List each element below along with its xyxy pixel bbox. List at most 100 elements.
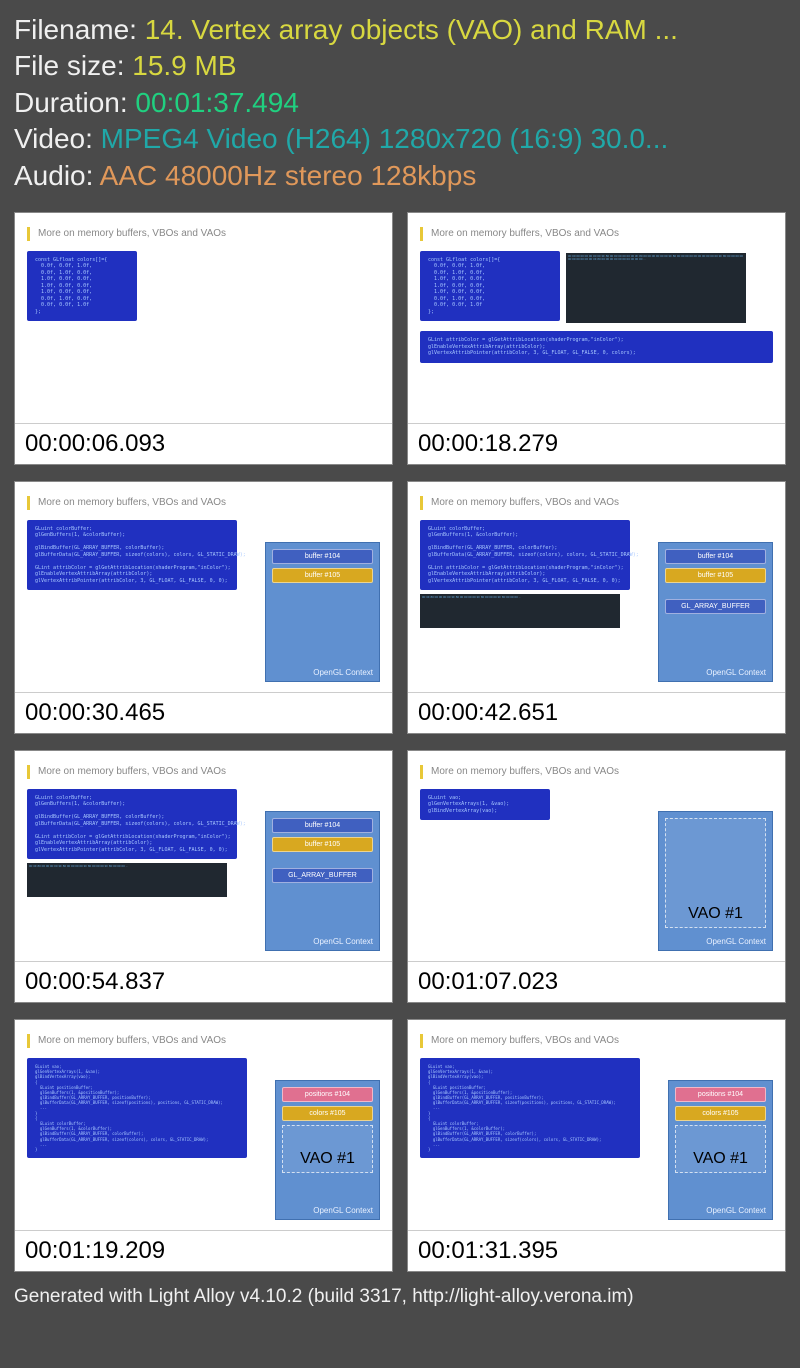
buffer-tag: buffer #104 — [272, 549, 373, 564]
slide-title-bar: More on memory buffers, VBOs and VAOs — [420, 1034, 773, 1048]
gl-array-buffer-tag: GL_ARRAY_BUFFER — [665, 599, 766, 614]
buffer-tag: buffer #105 — [272, 568, 373, 583]
slide-title-bar: More on memory buffers, VBOs and VAOs — [27, 496, 380, 510]
thumbnail-image: More on memory buffers, VBOs and VAOs GL… — [408, 1020, 785, 1230]
code-vao-full: GLuint vao; glGenVertexArrays(1, &vao); … — [420, 1058, 640, 1158]
slide-title: More on memory buffers, VBOs and VAOs — [38, 1035, 226, 1046]
buffer-tag: buffer #105 — [665, 568, 766, 583]
opengl-context-box: buffer #104 buffer #105 OpenGL Context — [265, 542, 380, 682]
timestamp-label: 00:00:54.837 — [15, 961, 392, 1002]
code-buffer-block: GLuint colorBuffer; glGenBuffers(1, &col… — [27, 520, 237, 591]
accent-icon — [420, 227, 423, 241]
thumbnail-cell[interactable]: More on memory buffers, VBOs and VAOs GL… — [14, 481, 393, 734]
slide-title: More on memory buffers, VBOs and VAOs — [38, 766, 226, 777]
video-label: Video: — [14, 123, 101, 154]
context-label: OpenGL Context — [706, 668, 766, 677]
timestamp-label: 00:00:30.465 — [15, 692, 392, 733]
thumbnail-image: More on memory buffers, VBOs and VAOs co… — [408, 213, 785, 423]
accent-icon — [27, 1034, 30, 1048]
positions-tag: positions #104 — [282, 1087, 373, 1102]
thumbnail-image: More on memory buffers, VBOs and VAOs GL… — [408, 751, 785, 961]
opengl-context-box: buffer #104 buffer #105 GL_ARRAY_BUFFER … — [658, 542, 773, 682]
thumbnail-grid: More on memory buffers, VBOs and VAOs co… — [14, 212, 786, 1272]
vao-outline: VAO #1 — [675, 1125, 766, 1173]
video-row: Video: MPEG4 Video (H264) 1280x720 (16:9… — [14, 121, 786, 157]
timestamp-label: 00:01:31.395 — [408, 1230, 785, 1271]
slide-title: More on memory buffers, VBOs and VAOs — [431, 497, 619, 508]
thumbnail-image: More on memory buffers, VBOs and VAOs GL… — [408, 482, 785, 692]
timestamp-label: 00:00:06.093 — [15, 423, 392, 464]
code-vao-small: GLuint vao; glGenVertexArrays(1, &vao); … — [420, 789, 550, 821]
audio-row: Audio: AAC 48000Hz stereo 128kbps — [14, 158, 786, 194]
vao-label: VAO #1 — [300, 1150, 355, 1168]
filesize-row: File size: 15.9 MB — [14, 48, 786, 84]
timestamp-label: 00:01:07.023 — [408, 961, 785, 1002]
context-label: OpenGL Context — [706, 937, 766, 946]
filename-label: Filename: — [14, 14, 145, 45]
vao-outline: VAO #1 — [665, 818, 766, 928]
file-info-section: Filename: 14. Vertex array objects (VAO)… — [14, 12, 786, 194]
code-buffer-block: GLuint colorBuffer; glGenBuffers(1, &col… — [27, 789, 237, 860]
code-colors-array: const GLfloat colors[]={ 0.0f, 0.0f, 1.0… — [27, 251, 137, 322]
opengl-context-box: VAO #1 OpenGL Context — [658, 811, 773, 951]
slide-title-bar: More on memory buffers, VBOs and VAOs — [27, 765, 380, 779]
positions-tag: positions #104 — [675, 1087, 766, 1102]
filesize-value: 15.9 MB — [132, 50, 236, 81]
vao-label: VAO #1 — [693, 1150, 748, 1168]
accent-icon — [27, 765, 30, 779]
duration-value: 00:01:37.494 — [135, 87, 299, 118]
context-label: OpenGL Context — [706, 1206, 766, 1215]
slide-title-bar: More on memory buffers, VBOs and VAOs — [27, 227, 380, 241]
accent-icon — [420, 765, 423, 779]
thumbnail-cell[interactable]: More on memory buffers, VBOs and VAOs GL… — [407, 1019, 786, 1272]
accent-icon — [420, 1034, 423, 1048]
thumbnail-cell[interactable]: More on memory buffers, VBOs and VAOs GL… — [407, 750, 786, 1003]
opengl-context-box: positions #104 colors #105 VAO #1 OpenGL… — [275, 1080, 380, 1220]
buffer-tag: buffer #104 — [665, 549, 766, 564]
thumbnail-cell[interactable]: More on memory buffers, VBOs and VAOs GL… — [14, 750, 393, 1003]
thumbnail-image: More on memory buffers, VBOs and VAOs GL… — [15, 1020, 392, 1230]
slide-title-bar: More on memory buffers, VBOs and VAOs — [420, 765, 773, 779]
filename-value: 14. Vertex array objects (VAO) and RAM .… — [145, 14, 678, 45]
slide-title: More on memory buffers, VBOs and VAOs — [431, 228, 619, 239]
slide-title: More on memory buffers, VBOs and VAOs — [431, 1035, 619, 1046]
audio-value: AAC 48000Hz stereo 128kbps — [100, 160, 477, 191]
duration-row: Duration: 00:01:37.494 — [14, 85, 786, 121]
accent-icon — [420, 496, 423, 510]
slide-title: More on memory buffers, VBOs and VAOs — [38, 228, 226, 239]
code-vao-full: GLuint vao; glGenVertexArrays(1, &vao); … — [27, 1058, 247, 1158]
accent-icon — [27, 227, 30, 241]
filesize-label: File size: — [14, 50, 132, 81]
thumbnail-image: More on memory buffers, VBOs and VAOs GL… — [15, 482, 392, 692]
context-label: OpenGL Context — [313, 1206, 373, 1215]
filename-row: Filename: 14. Vertex array objects (VAO)… — [14, 12, 786, 48]
code-colors-array: const GLfloat colors[]={ 0.0f, 0.0f, 1.0… — [420, 251, 560, 322]
thumbnail-cell[interactable]: More on memory buffers, VBOs and VAOs co… — [407, 212, 786, 465]
thumbnail-cell[interactable]: More on memory buffers, VBOs and VAOs co… — [14, 212, 393, 465]
duration-label: Duration: — [14, 87, 135, 118]
thumbnail-image: More on memory buffers, VBOs and VAOs GL… — [15, 751, 392, 961]
buffer-tag: buffer #104 — [272, 818, 373, 833]
buffer-tag: buffer #105 — [272, 837, 373, 852]
thumbnail-cell[interactable]: More on memory buffers, VBOs and VAOs GL… — [14, 1019, 393, 1272]
colors-tag: colors #105 — [282, 1106, 373, 1121]
timestamp-label: 00:00:18.279 — [408, 423, 785, 464]
context-label: OpenGL Context — [313, 668, 373, 677]
colors-tag: colors #105 — [675, 1106, 766, 1121]
thumbnail-image: More on memory buffers, VBOs and VAOs co… — [15, 213, 392, 423]
slide-title: More on memory buffers, VBOs and VAOs — [38, 497, 226, 508]
footer-text: Generated with Light Alloy v4.10.2 (buil… — [14, 1286, 786, 1308]
gl-array-buffer-tag: GL_ARRAY_BUFFER — [272, 868, 373, 883]
accent-icon — [27, 496, 30, 510]
timestamp-label: 00:00:42.651 — [408, 692, 785, 733]
slide-title-bar: More on memory buffers, VBOs and VAOs — [420, 227, 773, 241]
code-buffer-block: GLuint colorBuffer; glGenBuffers(1, &col… — [420, 520, 630, 591]
vao-label: VAO #1 — [688, 905, 743, 923]
opengl-context-box: buffer #104 buffer #105 GL_ARRAY_BUFFER … — [265, 811, 380, 951]
vao-outline: VAO #1 — [282, 1125, 373, 1173]
slide-title-bar: More on memory buffers, VBOs and VAOs — [27, 1034, 380, 1048]
video-value: MPEG4 Video (H264) 1280x720 (16:9) 30.0.… — [101, 123, 669, 154]
audio-label: Audio: — [14, 160, 100, 191]
context-label: OpenGL Context — [313, 937, 373, 946]
thumbnail-cell[interactable]: More on memory buffers, VBOs and VAOs GL… — [407, 481, 786, 734]
